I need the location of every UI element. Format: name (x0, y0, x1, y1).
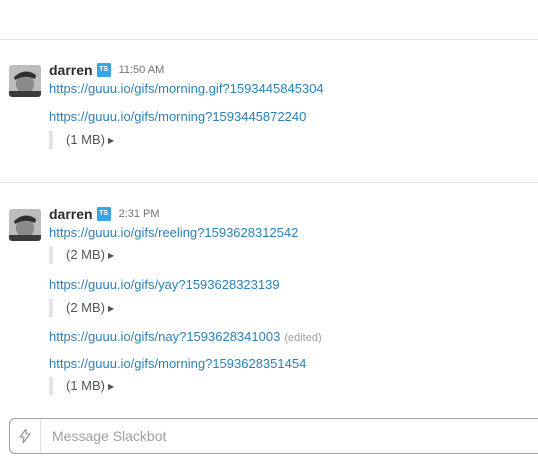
attachment-size[interactable]: (1 MB) ▶ (49, 131, 114, 149)
team-badge: TS (96, 63, 111, 77)
caret-right-icon[interactable]: ▶ (108, 304, 114, 313)
message-link[interactable]: https://guuu.io/gifs/morning?15934458722… (49, 109, 306, 124)
avatar[interactable] (9, 65, 41, 97)
attachment-size[interactable]: (2 MB) ▶ (49, 246, 114, 264)
attachment-size[interactable]: (1 MB) ▶ (49, 377, 114, 395)
message-link-row: https://guuu.io/gifs/nay?1593628341003 (e… (49, 329, 322, 344)
caret-right-icon[interactable]: ▶ (108, 251, 114, 260)
team-badge: TS (96, 207, 111, 221)
avatar[interactable] (9, 209, 41, 241)
message-link[interactable]: https://guuu.io/gifs/morning?15936283514… (49, 356, 306, 371)
message-header: darren TS 2:31 PM (49, 205, 160, 223)
timestamp[interactable]: 2:31 PM (119, 208, 160, 220)
avatar-image (9, 65, 41, 97)
attachment-size[interactable]: (2 MB) ▶ (49, 299, 114, 317)
author-name[interactable]: darren (49, 62, 93, 78)
message-divider (0, 182, 538, 183)
message-link[interactable]: https://guuu.io/gifs/yay?1593628323139 (49, 277, 280, 292)
attachment-size-label: (1 MB) (66, 132, 105, 147)
attachment-size-label: (2 MB) (66, 247, 105, 262)
message-header: darren TS 11:50 AM (49, 61, 164, 79)
message-link[interactable]: https://guuu.io/gifs/morning.gif?1593445… (49, 81, 324, 96)
message-link[interactable]: https://guuu.io/gifs/nay?1593628341003 (49, 329, 280, 344)
edited-label: (edited) (284, 332, 322, 344)
attachment-size-label: (2 MB) (66, 300, 105, 315)
caret-right-icon[interactable]: ▶ (108, 136, 114, 145)
avatar-image (9, 209, 41, 241)
lightning-icon[interactable] (10, 419, 41, 453)
top-divider (0, 39, 538, 40)
timestamp[interactable]: 11:50 AM (119, 64, 165, 76)
attachment-size-label: (1 MB) (66, 378, 105, 393)
caret-right-icon[interactable]: ▶ (108, 382, 114, 391)
message-composer (9, 418, 538, 454)
message-input[interactable] (50, 427, 454, 445)
message-link[interactable]: https://guuu.io/gifs/reeling?15936283125… (49, 225, 298, 240)
author-name[interactable]: darren (49, 206, 93, 222)
lightning-glyph (19, 429, 31, 443)
